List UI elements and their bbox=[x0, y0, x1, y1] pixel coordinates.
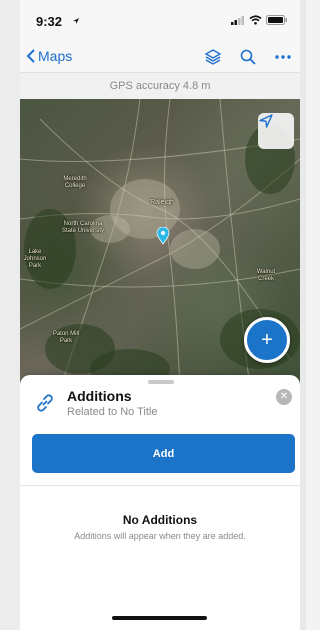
sheet-grabber[interactable] bbox=[148, 380, 174, 384]
navigation-bar: Maps bbox=[20, 42, 300, 72]
map-label-raleigh: Raleigh bbox=[150, 199, 174, 206]
divider bbox=[20, 485, 300, 486]
map-label-paton: Paton Mill Park bbox=[52, 331, 80, 344]
locate-me-button[interactable] bbox=[258, 113, 294, 149]
location-pin-icon[interactable] bbox=[156, 227, 170, 245]
back-button[interactable]: Maps bbox=[26, 48, 72, 64]
location-arrow-icon bbox=[73, 18, 79, 24]
add-button[interactable]: Add bbox=[32, 434, 295, 473]
battery-icon bbox=[266, 15, 287, 25]
gps-accuracy-banner: GPS accuracy 4.8 m bbox=[20, 72, 300, 100]
signal-icon bbox=[231, 15, 244, 25]
status-time: 9:32 bbox=[36, 14, 63, 29]
back-label: Maps bbox=[38, 48, 73, 64]
map-label-meredith: Meredith College bbox=[63, 176, 87, 189]
left-backdrop bbox=[0, 0, 20, 630]
status-bar: 9:32 bbox=[20, 0, 300, 42]
map-label-lake-johnson: Lake Johnson Park bbox=[23, 249, 47, 269]
empty-state-title: No Additions bbox=[122, 513, 198, 527]
phone-screen: 9:32 Maps GPS accuracy 4.8 m Meredith Co… bbox=[20, 0, 300, 630]
close-button[interactable]: ✕ bbox=[276, 389, 292, 405]
add-feature-button[interactable]: + bbox=[244, 317, 290, 363]
satellite-map[interactable]: Meredith College Raleigh North Carolina … bbox=[20, 99, 300, 389]
additions-sheet: Additions Related to No Title ✕ Add No A… bbox=[20, 375, 300, 630]
empty-state-subtitle: Additions will appear when they are adde… bbox=[74, 531, 246, 541]
sheet-title: Additions bbox=[67, 388, 132, 404]
right-backdrop bbox=[300, 0, 306, 630]
close-icon: ✕ bbox=[279, 391, 289, 402]
layers-icon[interactable] bbox=[204, 48, 222, 66]
map-label-walnut: Walnut Creek bbox=[256, 269, 276, 282]
sheet-subtitle: Related to No Title bbox=[67, 406, 158, 418]
more-icon[interactable] bbox=[274, 54, 292, 60]
plus-icon: + bbox=[261, 328, 273, 351]
nav-actions bbox=[204, 48, 292, 66]
link-icon bbox=[37, 394, 53, 412]
status-icons bbox=[231, 15, 288, 25]
chevron-left-icon bbox=[26, 49, 35, 63]
navigation-arrow-icon bbox=[259, 114, 273, 128]
wifi-icon bbox=[249, 15, 262, 25]
search-icon[interactable] bbox=[240, 49, 256, 65]
map-label-ncsu: North Carolina State University bbox=[61, 221, 104, 234]
home-indicator bbox=[112, 616, 207, 620]
